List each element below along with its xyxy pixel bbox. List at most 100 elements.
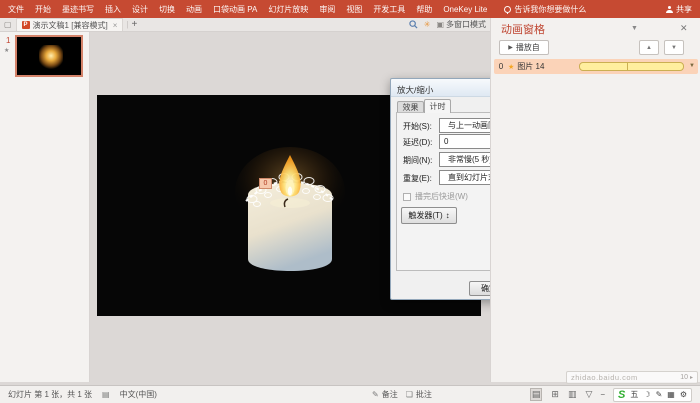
slideshow-icon[interactable]: ▽: [585, 389, 592, 400]
menu-item-file[interactable]: 文件: [8, 4, 24, 15]
search-icon[interactable]: [409, 20, 418, 29]
play-from-label: 播放自: [516, 42, 540, 53]
pencil-icon: ✎: [372, 390, 379, 399]
notes-button[interactable]: ✎ 备注: [372, 389, 398, 400]
delay-label: 延迟(D):: [403, 137, 432, 148]
lightbulb-icon: [504, 6, 511, 13]
trigger-button[interactable]: 触发器(T) ↕: [401, 207, 457, 224]
menubar: 文件 开始 墨迹书写 插入 设计 切换 动画 口袋动画 PA 幻灯片放映 审阅 …: [0, 0, 700, 18]
tab-timing[interactable]: 计时: [424, 99, 451, 113]
document-tab-label: 演示文稿1 [兼容模式]: [33, 20, 108, 31]
menu-item-home[interactable]: 开始: [35, 4, 51, 15]
pane-close-icon[interactable]: ✕: [680, 23, 688, 34]
thumbnail-candle-image: [39, 45, 63, 69]
tabbar-right-tools: ✳ ▣ 多窗口模式: [409, 19, 486, 30]
animation-item-order: 0: [494, 62, 508, 71]
candle-picture[interactable]: [228, 147, 352, 271]
item-dropdown-chevron-icon[interactable]: ▼: [689, 63, 695, 69]
animation-indicator-star-icon: ★: [4, 47, 9, 54]
menu-item-insert[interactable]: 插入: [105, 4, 121, 15]
moon-icon[interactable]: ☽: [643, 390, 650, 399]
new-tab-button[interactable]: +: [131, 19, 137, 30]
dialog-title: 放大/缩小: [397, 84, 433, 96]
timeline-scale-control[interactable]: zhidao.baidu.com 10 ▸: [566, 371, 698, 384]
pane-menu-chevron-icon[interactable]: ▼: [631, 25, 638, 32]
menu-item-slideshow[interactable]: 幻灯片放映: [268, 4, 308, 15]
person-icon: [666, 6, 673, 13]
menu-item-help[interactable]: 帮助: [416, 4, 432, 15]
slide-thumbnail-panel: 1 ★: [0, 32, 90, 382]
menu-item-ink[interactable]: 墨迹书写: [62, 4, 94, 15]
tell-me-label: 告诉我你想要做什么: [514, 4, 586, 15]
slide-thumbnail[interactable]: [15, 35, 83, 77]
view-switcher: ▤ ⊞ ▥ ▽: [530, 388, 593, 401]
slide-sorter-icon[interactable]: ⊞: [551, 389, 559, 400]
zoom-out-button[interactable]: −: [600, 390, 605, 399]
ime-mode-indicator[interactable]: 五: [630, 389, 638, 400]
comment-icon: ❏: [406, 390, 413, 399]
document-tab[interactable]: P 演示文稿1 [兼容模式] ×: [16, 18, 124, 31]
keyboard-icon[interactable]: ▦: [667, 390, 675, 399]
multi-window-label: 多窗口模式: [446, 19, 486, 30]
animation-pane-title: 动画窗格: [501, 21, 545, 37]
notes-label: 备注: [382, 389, 398, 400]
menu-item-transitions[interactable]: 切换: [159, 4, 175, 15]
ppt-file-icon: P: [22, 21, 30, 29]
statusbar-left: 幻灯片 第 1 张，共 1 张 ▤ 中文(中国): [8, 389, 157, 400]
wps-presentation-window: 文件 开始 墨迹书写 插入 设计 切换 动画 口袋动画 PA 幻灯片放映 审阅 …: [0, 0, 700, 403]
tab-list-icon[interactable]: ▢: [4, 20, 12, 29]
menu-item-pocket-animation[interactable]: 口袋动画 PA: [213, 4, 257, 15]
sogou-ime-toolbar: S 五 ☽ ✎ ▦ ⚙: [613, 388, 692, 402]
timeline-scale-value: 10: [680, 374, 688, 381]
share-label: 共享: [676, 4, 692, 15]
gear-icon[interactable]: ✳: [424, 20, 431, 29]
reading-view-icon[interactable]: ▥: [568, 389, 577, 400]
rewind-checkbox[interactable]: [403, 193, 411, 201]
move-earlier-button[interactable]: ▲: [639, 40, 659, 55]
move-later-button[interactable]: ▼: [664, 40, 684, 55]
animation-list-item[interactable]: 0 ★ 图片 14 ▼: [494, 59, 698, 74]
candle-image: [228, 147, 352, 271]
emphasis-star-icon: ★: [508, 63, 514, 71]
duration-label: 期间(N):: [403, 155, 432, 166]
watermark-text: zhidao.baidu.com: [571, 373, 680, 382]
pen-icon[interactable]: ✎: [656, 390, 663, 399]
spellcheck-icon[interactable]: ▤: [102, 390, 110, 399]
statusbar-right: ✎ 备注 ❏ 批注 ▤ ⊞ ▥ ▽ − S 五 ☽ ✎ ▦ ⚙: [372, 388, 692, 402]
language-indicator[interactable]: 中文(中国): [120, 389, 157, 400]
rewind-label: 播完后快退(W): [415, 191, 468, 202]
menu-item-design[interactable]: 设计: [132, 4, 148, 15]
repeat-label: 重复(E):: [403, 173, 432, 184]
scale-arrow-icon[interactable]: ▸: [690, 374, 693, 381]
animation-timeline-bar[interactable]: [579, 62, 684, 71]
sogou-logo-icon[interactable]: S: [618, 389, 625, 401]
menu-item-view[interactable]: 视图: [346, 4, 362, 15]
document-tabbar: ▢ P 演示文稿1 [兼容模式] × | + ✳ ▣ 多窗口模式: [0, 18, 490, 32]
slide-count-info: 幻灯片 第 1 张，共 1 张: [8, 389, 92, 400]
menu-item-onekey-lite[interactable]: OneKey Lite: [443, 5, 487, 14]
comments-label: 批注: [416, 389, 432, 400]
statusbar: 幻灯片 第 1 张，共 1 张 ▤ 中文(中国) ✎ 备注 ❏ 批注 ▤ ⊞ ▥…: [0, 385, 700, 403]
play-from-button[interactable]: ▶ 播放自: [499, 40, 549, 55]
share-button[interactable]: 共享: [666, 4, 692, 15]
window-icon: ▣: [436, 20, 444, 29]
animation-pane: 动画窗格 ▼ ✕ ▶ 播放自 ▲ ▼ 0 ★ 图片 14 ▼ zhidao.ba…: [490, 18, 700, 382]
timeline-divider: [627, 63, 628, 70]
menu-item-animation[interactable]: 动画: [186, 4, 202, 15]
menu-item-devtools[interactable]: 开发工具: [373, 4, 405, 15]
normal-view-icon[interactable]: ▤: [530, 388, 543, 401]
start-label: 开始(S):: [403, 121, 432, 132]
tab-separator: |: [126, 20, 128, 29]
trigger-label: 触发器(T): [408, 210, 442, 221]
menu-item-review[interactable]: 审阅: [319, 4, 335, 15]
animation-order-badge[interactable]: 0: [259, 178, 272, 189]
expander-arrows-icon: ↕: [446, 211, 450, 220]
rewind-checkbox-row: 播完后快退(W): [403, 191, 468, 202]
tab-close-icon[interactable]: ×: [113, 21, 118, 30]
comments-button[interactable]: ❏ 批注: [406, 389, 432, 400]
wrench-icon[interactable]: ⚙: [680, 390, 687, 399]
multi-window-mode-button[interactable]: ▣ 多窗口模式: [436, 19, 486, 30]
tell-me-search[interactable]: 告诉我你想要做什么: [504, 4, 586, 15]
animation-item-label: 图片 14: [517, 61, 544, 72]
play-icon: ▶: [508, 44, 513, 51]
